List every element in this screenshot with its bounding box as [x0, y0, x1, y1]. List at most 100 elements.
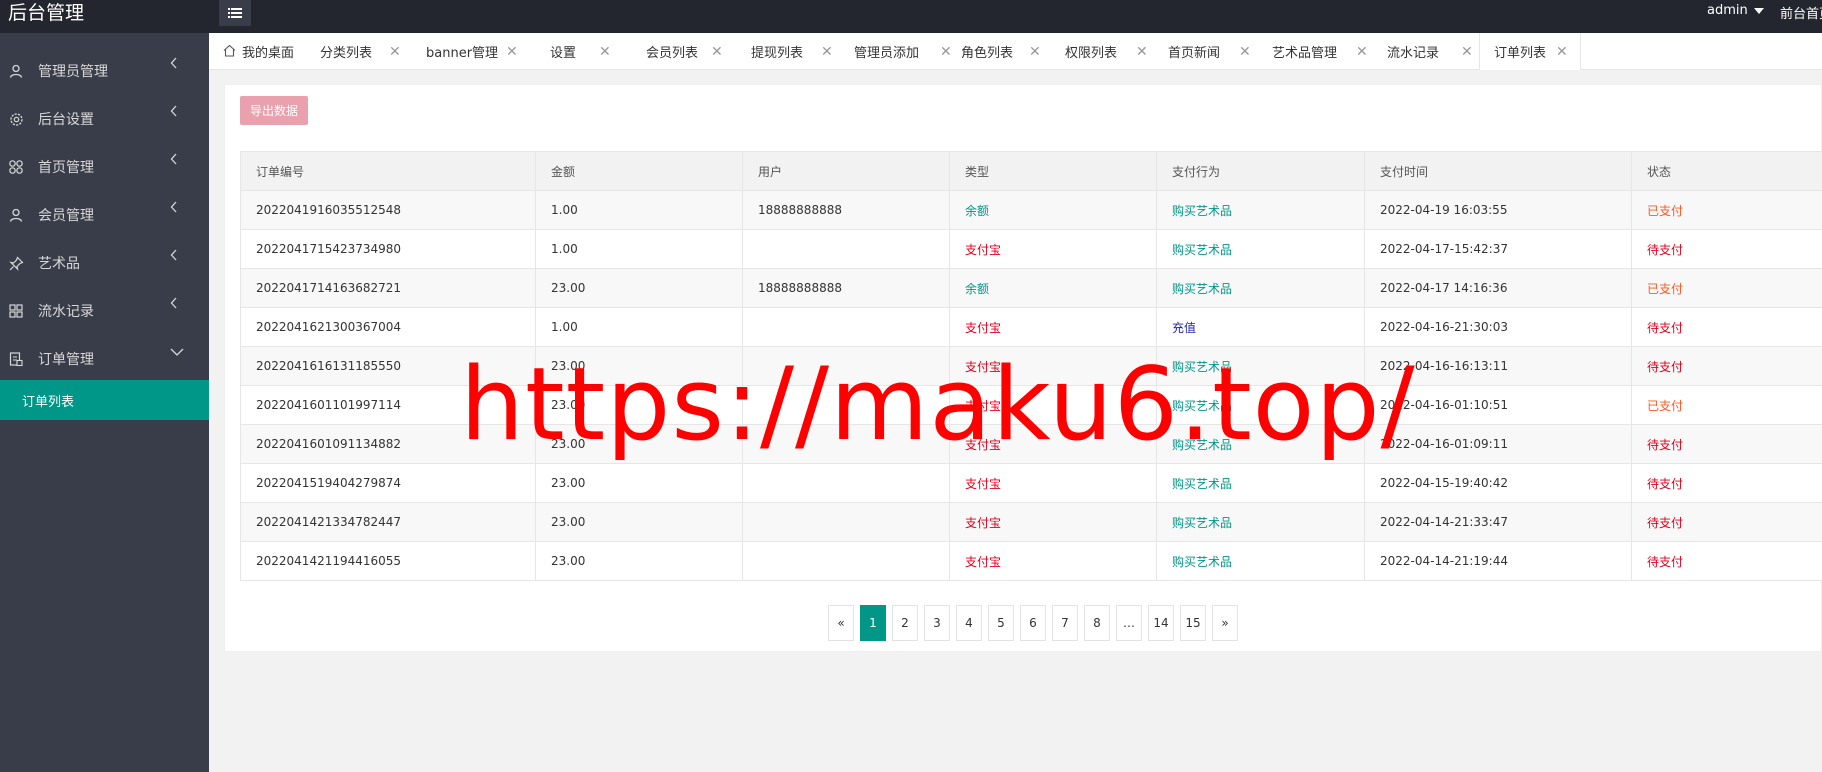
tab-withdrawal-list[interactable]: 提现列表 ✕ [728, 33, 833, 70]
tab-permission-list[interactable]: 权限列表 ✕ [1051, 33, 1154, 70]
tab-member-list[interactable]: 会员列表 ✕ [624, 33, 728, 70]
user-menu[interactable]: admin [1707, 3, 1764, 18]
sidebar-item-label: 后台设置 [38, 112, 94, 128]
cell-type: 支付宝 [949, 229, 1157, 269]
pagination-page-2[interactable]: 2 [892, 605, 918, 641]
header-order-no: 订单编号 [240, 151, 536, 191]
user-icon [8, 207, 24, 223]
chevron-left-icon [170, 57, 178, 73]
tab-label: 提现列表 [751, 46, 804, 61]
tab-home-news[interactable]: 首页新闻 ✕ [1154, 33, 1258, 70]
sidebar-item-member-management[interactable]: 会员管理 [0, 191, 209, 239]
cell-amount: 1.00 [535, 190, 743, 230]
grid-icon [8, 303, 24, 319]
tab-category-list[interactable]: 分类列表 ✕ [297, 33, 401, 70]
pagination: « 1 2 3 4 5 6 7 8 … 14 15 » [828, 605, 1238, 641]
tab-admin-add[interactable]: 管理员添加 ✕ [831, 33, 952, 70]
close-icon[interactable]: ✕ [1029, 44, 1041, 60]
cell-order-no: 2022041715423734980 [240, 229, 536, 269]
menu-toggle-button[interactable] [219, 0, 251, 26]
cell-pay-time: 2022-04-14-21:19:44 [1364, 541, 1632, 581]
pagination-page-7[interactable]: 7 [1052, 605, 1078, 641]
sidebar-item-backend-settings[interactable]: 后台设置 [0, 95, 209, 143]
close-icon[interactable]: ✕ [1239, 44, 1251, 60]
table-row: 2022041421194416055 23.00 支付宝 购买艺术品 2022… [240, 541, 1822, 581]
watermark-url: https://maku6.top/ [460, 345, 1416, 463]
sidebar-item-label: 会员管理 [38, 208, 94, 224]
tab-order-list[interactable]: 订单列表 ✕ [1479, 33, 1581, 70]
pagination-prev-button[interactable]: « [828, 605, 854, 641]
sidebar-item-home-management[interactable]: 首页管理 [0, 143, 209, 191]
cell-pay-time: 2022-04-15-19:40:42 [1364, 463, 1632, 503]
sidebar-item-order-management[interactable]: 订单管理 [0, 335, 209, 383]
gear-icon [8, 111, 24, 127]
cell-type: 支付宝 [949, 307, 1157, 347]
pagination-page-14[interactable]: 14 [1148, 605, 1174, 641]
cell-user: 18888888888 [742, 268, 950, 308]
close-icon[interactable]: ✕ [1136, 44, 1148, 60]
table-row: 2022041421334782447 23.00 支付宝 购买艺术品 2022… [240, 502, 1822, 542]
pagination-page-5[interactable]: 5 [988, 605, 1014, 641]
sidebar-item-transaction-records[interactable]: 流水记录 [0, 287, 209, 335]
close-icon[interactable]: ✕ [1556, 44, 1568, 60]
cell-amount: 23.00 [535, 268, 743, 308]
pagination-page-8[interactable]: 8 [1084, 605, 1110, 641]
cell-user [742, 463, 950, 503]
cell-amount: 23.00 [535, 502, 743, 542]
chevron-left-icon [170, 201, 178, 217]
tab-label: 流水记录 [1387, 46, 1440, 61]
export-data-button[interactable]: 导出数据 [240, 96, 308, 125]
cell-order-no: 2022041621300367004 [240, 307, 536, 347]
cell-type: 支付宝 [949, 463, 1157, 503]
pagination-next-button[interactable]: » [1212, 605, 1238, 641]
tab-settings[interactable]: 设置 ✕ [524, 33, 624, 70]
header-status: 状态 [1631, 151, 1822, 191]
cell-pay-action: 购买艺术品 [1156, 190, 1365, 230]
cell-type: 余额 [949, 190, 1157, 230]
cell-amount: 1.00 [535, 307, 743, 347]
pagination-page-6[interactable]: 6 [1020, 605, 1046, 641]
chevron-left-icon [170, 153, 178, 169]
tab-transaction-records[interactable]: 流水记录 ✕ [1373, 33, 1488, 70]
close-icon[interactable]: ✕ [599, 44, 611, 60]
cell-pay-time: 2022-04-19 16:03:55 [1364, 190, 1632, 230]
tab-label: 订单列表 [1494, 46, 1547, 61]
user-name: admin [1707, 3, 1748, 18]
close-icon[interactable]: ✕ [389, 44, 401, 60]
chevron-left-icon [170, 297, 178, 313]
pagination-page-3[interactable]: 3 [924, 605, 950, 641]
tab-my-desktop[interactable]: 我的桌面 [209, 33, 297, 70]
table-header-row: 订单编号 金额 用户 类型 支付行为 支付时间 状态 [240, 151, 1822, 191]
close-icon[interactable]: ✕ [711, 44, 723, 60]
tab-label: 角色列表 [961, 46, 1014, 61]
cell-type: 余额 [949, 268, 1157, 308]
sidebar-item-artwork[interactable]: 艺术品 [0, 239, 209, 287]
header-pay-action: 支付行为 [1156, 151, 1365, 191]
header-amount: 金额 [535, 151, 743, 191]
chevron-left-icon [170, 249, 178, 265]
close-icon[interactable]: ✕ [1461, 44, 1473, 60]
cell-pay-action: 购买艺术品 [1156, 541, 1365, 581]
pagination-page-4[interactable]: 4 [956, 605, 982, 641]
close-icon[interactable]: ✕ [1356, 44, 1368, 60]
cell-status: 已支付 [1631, 268, 1822, 308]
top-header: 后台管理 admin 前台首页 [0, 0, 1822, 33]
cell-status: 待支付 [1631, 463, 1822, 503]
sidebar-item-admin-management[interactable]: 管理员管理 [0, 47, 209, 95]
front-home-link[interactable]: 前台首页 [1780, 3, 1822, 22]
sidebar-subitem-order-list[interactable]: 订单列表 [0, 380, 209, 420]
pagination-page-15[interactable]: 15 [1180, 605, 1206, 641]
close-icon[interactable]: ✕ [506, 44, 518, 60]
cell-pay-time: 2022-04-14-21:33:47 [1364, 502, 1632, 542]
tab-banner-management[interactable]: banner管理 ✕ [400, 33, 524, 70]
hamburger-icon [228, 7, 242, 19]
cell-status: 已支付 [1631, 190, 1822, 230]
tab-label: 管理员添加 [854, 46, 920, 61]
cell-pay-time: 2022-04-16-21:30:03 [1364, 307, 1632, 347]
pagination-page-1[interactable]: 1 [860, 605, 886, 641]
tab-role-list[interactable]: 角色列表 ✕ [947, 33, 1051, 70]
cell-order-no: 2022041519404279874 [240, 463, 536, 503]
chevron-left-icon [170, 105, 178, 121]
tab-artwork-management[interactable]: 艺术品管理 ✕ [1258, 33, 1373, 70]
cell-amount: 1.00 [535, 229, 743, 269]
